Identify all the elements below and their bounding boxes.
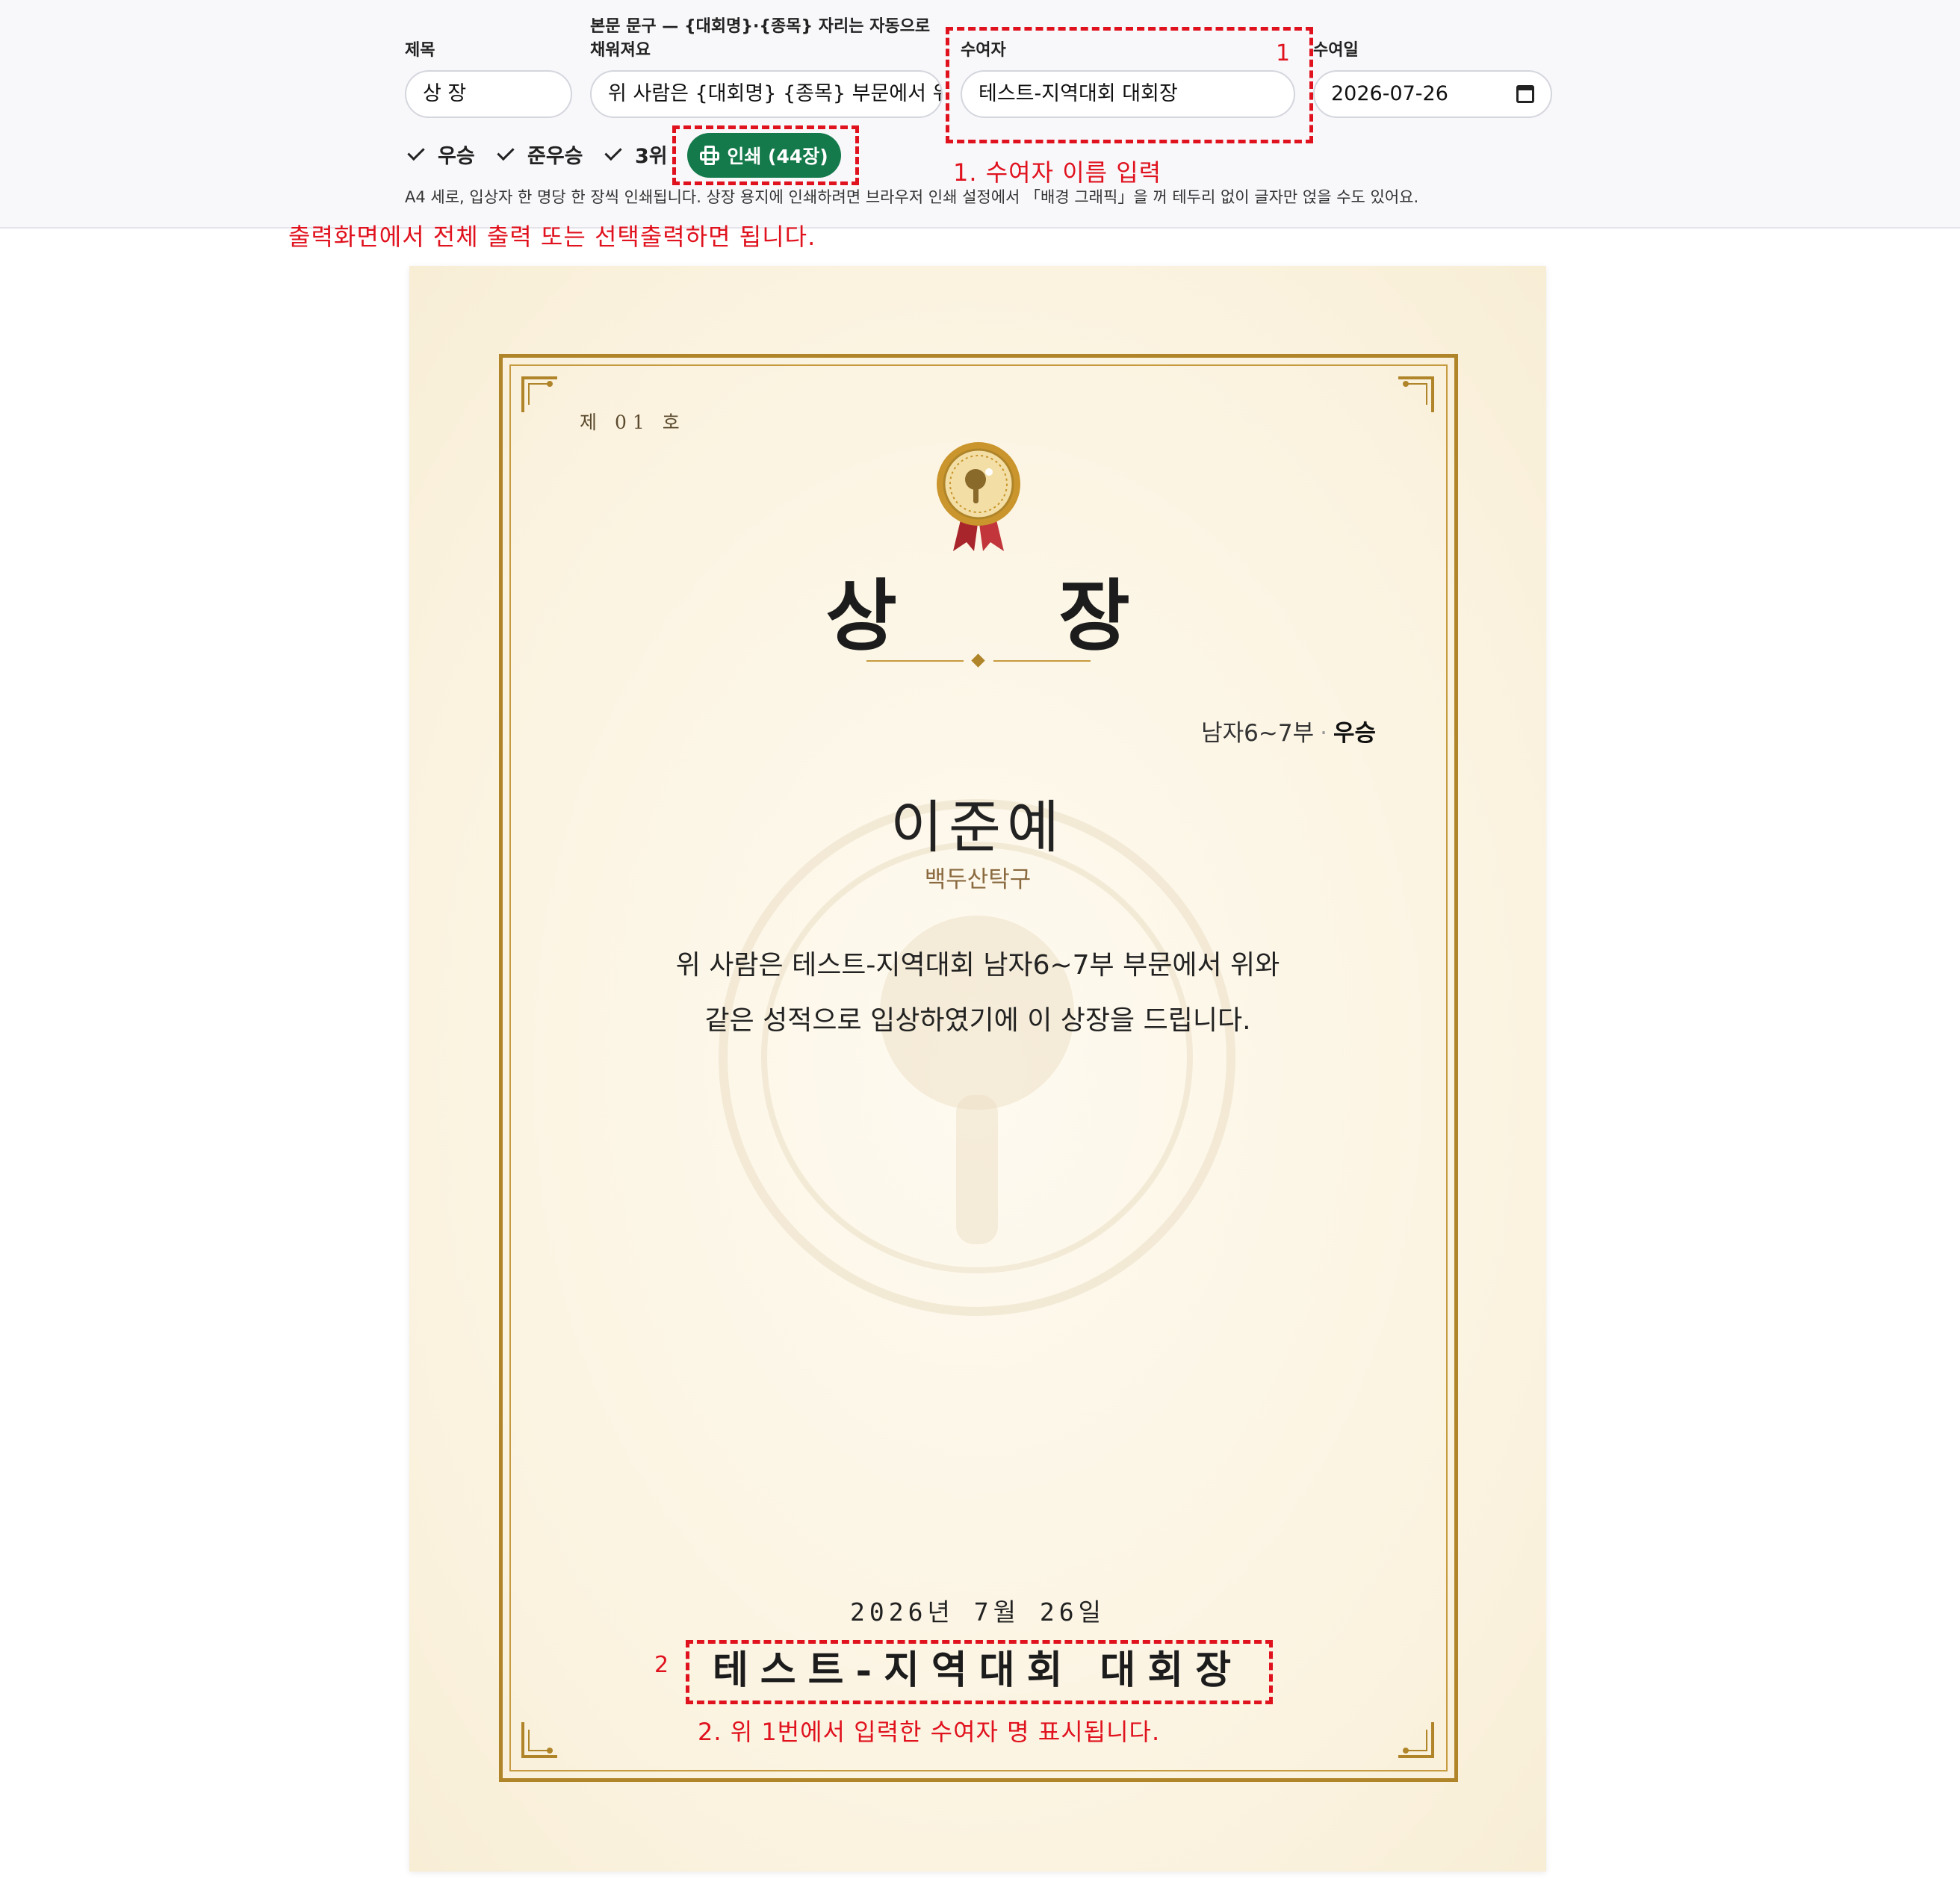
date-input[interactable]: 2026-07-26: [1313, 70, 1552, 118]
division-rank: 남자6~7부 · 우승: [1201, 714, 1376, 748]
date-label: 수여일: [1313, 41, 1359, 60]
body-text-input[interactable]: 위 사람은 {대회명} {종목} 부문에서 위: [590, 70, 943, 118]
certificate-title: 상 장: [825, 570, 1197, 662]
annotation-note-print: 출력화면에서 전체 출력 또는 선택출력하면 됩니다.: [288, 223, 816, 251]
division-name: 남자6~7부: [1201, 720, 1315, 747]
corner-ornament-top-right: [1398, 376, 1434, 412]
title-divider-right: [993, 660, 1091, 662]
certificate-paper: 제 01 호 상 장 남자6~7부 · 우승 이준예 백두산탁구 위 사람은 테스트…: [409, 266, 1546, 1872]
certificate-body: 위 사람은 테스트-지역대회 남자6~7부 부문에서 위와 같은 성적으로 입상…: [633, 938, 1322, 1049]
body-text-label-line1: 본문 문구 — {대회명}·{종목} 자리는 자동으로: [590, 17, 931, 36]
certificate-number: 제 01 호: [580, 412, 686, 433]
check-icon[interactable]: [494, 143, 517, 165]
medal-icon: [937, 442, 1020, 551]
body-line-2: 같은 성적으로 입상하였기에 이 상장을 드립니다.: [704, 1005, 1251, 1036]
check-icon[interactable]: [405, 143, 427, 165]
corner-ornament-bottom-left: [521, 1722, 557, 1758]
title-label: 제목: [405, 41, 435, 60]
annotation-box-print-button: [672, 125, 859, 185]
annotation-marker-2: 2: [654, 1652, 670, 1678]
title-input[interactable]: 상 장: [405, 70, 572, 118]
checkbox-third-label: 3위: [635, 144, 668, 168]
award-date: 2026년 7월 26일: [850, 1597, 1105, 1627]
checkbox-third[interactable]: 3위: [602, 139, 668, 169]
winner-club: 백두산탁구: [924, 866, 1032, 893]
corner-ornament-top-left: [521, 376, 557, 412]
winner-name: 이준예: [890, 794, 1065, 860]
body-text-label-line2: 채워져요: [590, 41, 651, 60]
checkbox-winner[interactable]: 우승: [405, 139, 475, 169]
calendar-icon[interactable]: [1516, 85, 1534, 103]
annotation-box-presenter-output: [686, 1640, 1273, 1704]
annotation-box-presenter-input: [946, 27, 1313, 143]
division-separator: ·: [1320, 720, 1327, 747]
annotation-marker-1: 1: [1276, 40, 1291, 66]
date-value: 2026-07-26: [1331, 82, 1448, 105]
checkbox-runner-up[interactable]: 준우승: [494, 139, 583, 169]
check-icon[interactable]: [602, 143, 624, 165]
corner-ornament-bottom-right: [1398, 1722, 1434, 1758]
print-help-text: A4 세로, 입상자 한 명당 한 장씩 인쇄됩니다. 상장 용지에 인쇄하려면…: [405, 188, 1419, 206]
rank-label: 우승: [1333, 720, 1376, 747]
title-divider-left: [866, 660, 964, 662]
checkbox-runner-up-label: 준우승: [527, 144, 583, 168]
annotation-note-1: 1. 수여자 이름 입력: [953, 158, 1162, 187]
checkbox-winner-label: 우승: [438, 144, 475, 168]
body-line-1: 위 사람은 테스트-지역대회 남자6~7부 부문에서 위와: [675, 950, 1280, 981]
annotation-note-2: 2. 위 1번에서 입력한 수여자 명 표시됩니다.: [698, 1718, 1161, 1746]
